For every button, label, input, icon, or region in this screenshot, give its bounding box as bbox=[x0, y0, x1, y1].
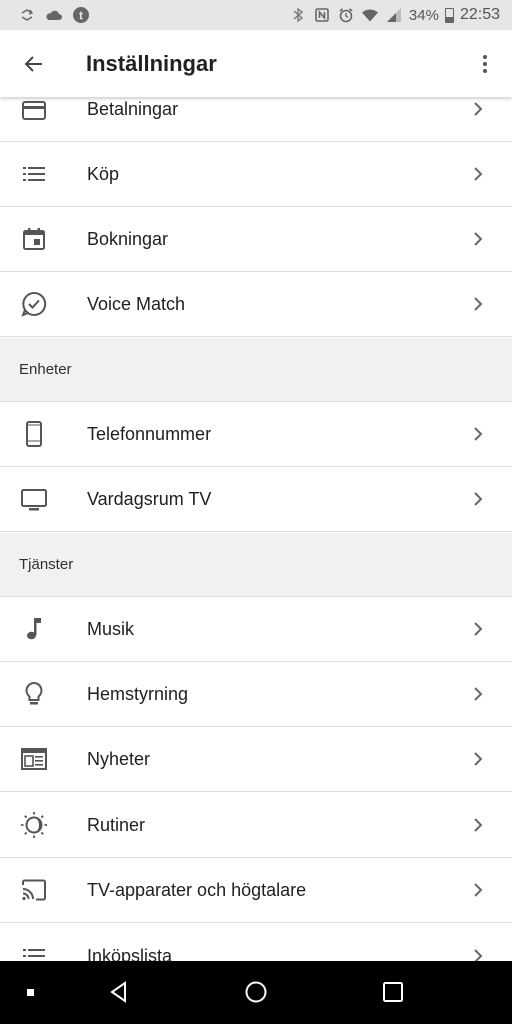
settings-item-reservations[interactable]: Bokningar bbox=[0, 207, 512, 272]
news-icon bbox=[20, 745, 48, 773]
settings-item-news[interactable]: Nyheter bbox=[0, 727, 512, 792]
app-bar: Inställningar bbox=[0, 30, 512, 97]
chevron-right-icon bbox=[466, 97, 490, 121]
wifi-icon bbox=[361, 6, 379, 24]
section-header-services: Tjänster bbox=[0, 533, 512, 597]
cast-icon bbox=[20, 876, 48, 904]
more-options-button[interactable] bbox=[458, 30, 512, 97]
settings-item-phone-number[interactable]: Telefonnummer bbox=[0, 402, 512, 467]
cloud-icon bbox=[45, 6, 63, 24]
back-triangle-icon bbox=[110, 981, 126, 1003]
tv-icon bbox=[20, 485, 48, 513]
phone-icon bbox=[20, 420, 48, 448]
settings-item-music[interactable]: Musik bbox=[0, 597, 512, 662]
clock-time: 22:53 bbox=[459, 6, 500, 23]
settings-item-voice-match[interactable]: Voice Match bbox=[0, 272, 512, 337]
chevron-right-icon bbox=[466, 487, 490, 511]
chevron-right-icon bbox=[466, 813, 490, 837]
settings-item-shopping-list[interactable]: Inköpslista bbox=[0, 924, 512, 961]
nav-home-button[interactable] bbox=[243, 979, 269, 1005]
settings-list: Betalningar Köp Bokningar Voice Match En… bbox=[0, 97, 512, 961]
nav-overview-button[interactable] bbox=[380, 979, 406, 1005]
alarm-icon bbox=[337, 6, 355, 24]
svg-text:t: t bbox=[79, 9, 83, 23]
settings-item-payments[interactable]: Betalningar bbox=[0, 97, 512, 142]
overview-square-icon bbox=[383, 982, 403, 1002]
lightbulb-icon bbox=[20, 680, 48, 708]
settings-item-label: Voice Match bbox=[87, 293, 186, 314]
battery-icon bbox=[444, 7, 454, 23]
status-right-icons: 34% 22:53 bbox=[289, 6, 500, 24]
settings-item-label: Inköpslista bbox=[87, 945, 173, 962]
bluetooth-icon bbox=[289, 6, 307, 24]
chevron-right-icon bbox=[466, 292, 490, 316]
routines-icon bbox=[20, 811, 48, 839]
system-nav-bar bbox=[0, 961, 512, 1024]
signal-icon bbox=[385, 6, 403, 24]
settings-item-label: Nyheter bbox=[87, 748, 151, 769]
chevron-right-icon bbox=[466, 682, 490, 706]
home-circle-icon bbox=[245, 981, 267, 1003]
settings-item-label: TV-apparater och högtalare bbox=[87, 879, 307, 900]
list-icon bbox=[20, 942, 48, 961]
chevron-right-icon bbox=[466, 944, 490, 961]
credit-card-icon bbox=[20, 97, 48, 125]
list-icon bbox=[20, 160, 48, 188]
nav-back-button[interactable] bbox=[106, 979, 132, 1005]
page-title: Inställningar bbox=[86, 50, 217, 76]
chevron-right-icon bbox=[466, 162, 490, 186]
settings-item-label: Musik bbox=[87, 618, 135, 639]
settings-item-routines[interactable]: Rutiner bbox=[0, 793, 512, 858]
settings-item-label: Köp bbox=[87, 163, 120, 184]
music-note-icon bbox=[20, 615, 48, 643]
status-bar: t 34% 22:53 bbox=[0, 0, 512, 30]
settings-item-label: Vardagsrum TV bbox=[87, 488, 212, 509]
settings-item-home-control[interactable]: Hemstyrning bbox=[0, 662, 512, 727]
settings-item-tv-speakers[interactable]: TV-apparater och högtalare bbox=[0, 858, 512, 923]
section-header-devices: Enheter bbox=[0, 338, 512, 402]
arrow-back-icon bbox=[24, 55, 42, 72]
calendar-icon bbox=[20, 225, 48, 253]
chevron-right-icon bbox=[466, 227, 490, 251]
settings-item-label: Telefonnummer bbox=[87, 423, 212, 444]
battery-percent: 34% bbox=[408, 6, 439, 24]
settings-item-label: Betalningar bbox=[87, 99, 179, 119]
tumblr-icon: t bbox=[72, 6, 90, 24]
sync-icon bbox=[18, 6, 36, 24]
chevron-right-icon bbox=[466, 617, 490, 641]
chevron-right-icon bbox=[466, 747, 490, 771]
settings-item-label: Rutiner bbox=[87, 814, 146, 835]
nfc-icon bbox=[313, 6, 331, 24]
more-vert-icon bbox=[483, 54, 487, 73]
voice-match-icon bbox=[20, 290, 48, 318]
settings-item-purchases[interactable]: Köp bbox=[0, 142, 512, 207]
chevron-right-icon bbox=[466, 878, 490, 902]
settings-item-living-room-tv[interactable]: Vardagsrum TV bbox=[0, 467, 512, 532]
recent-dot-icon bbox=[27, 989, 34, 996]
back-button[interactable] bbox=[0, 30, 68, 97]
settings-item-label: Bokningar bbox=[87, 228, 169, 249]
settings-item-label: Hemstyrning bbox=[87, 683, 189, 704]
chevron-right-icon bbox=[466, 422, 490, 446]
status-left-icons: t bbox=[18, 6, 90, 24]
